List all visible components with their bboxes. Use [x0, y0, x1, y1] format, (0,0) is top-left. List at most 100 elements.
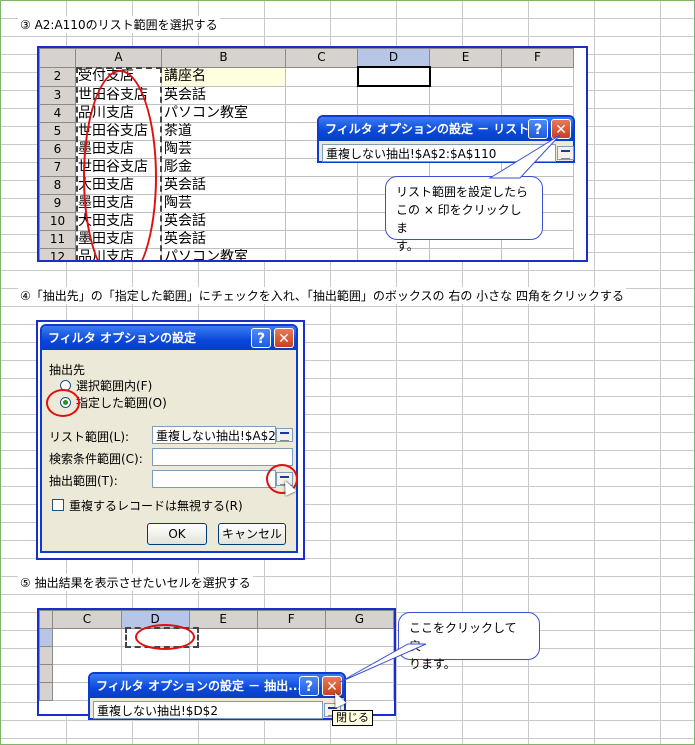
- col-header[interactable]: E: [188, 610, 258, 629]
- col-header[interactable]: F: [501, 48, 574, 68]
- cell[interactable]: [188, 628, 258, 647]
- callout-step3: リスト範囲を設定したら この × 印をクリックしま す。: [385, 176, 543, 253]
- cell-b[interactable]: パソコン教室: [161, 104, 286, 123]
- radio-copy-to[interactable]: [60, 397, 71, 408]
- cell-a[interactable]: 世田谷支店: [75, 122, 162, 141]
- radio-copy-to-label[interactable]: 指定した範囲(O): [76, 394, 167, 411]
- cell[interactable]: [285, 230, 358, 249]
- cell[interactable]: [188, 646, 258, 665]
- cell-b[interactable]: 講座名: [161, 66, 286, 87]
- unique-records-label[interactable]: 重複するレコードは無視する(R): [69, 497, 243, 514]
- dialog-titlebar: フィルタ オプションの設定 ? ✕: [42, 326, 296, 350]
- cell[interactable]: [52, 646, 122, 665]
- col-header[interactable]: D: [357, 48, 430, 68]
- col-header[interactable]: C: [52, 610, 122, 629]
- col-header[interactable]: E: [429, 48, 502, 68]
- cell[interactable]: [52, 628, 122, 647]
- row-header[interactable]: 2: [39, 66, 76, 87]
- cell-a[interactable]: 大田支店: [75, 176, 162, 195]
- cell[interactable]: [285, 212, 358, 231]
- extract-range-input[interactable]: [152, 470, 276, 488]
- cell-a[interactable]: 世田谷支店: [75, 158, 162, 177]
- cell[interactable]: [285, 248, 358, 260]
- row-header[interactable]: 3: [39, 85, 76, 105]
- cell-b[interactable]: 英会話: [161, 230, 286, 249]
- ok-button[interactable]: OK: [147, 523, 207, 545]
- cell-a[interactable]: 墨田支店: [75, 230, 162, 249]
- filter-dialog-collapsed: フィルタ オプションの設定 － 抽出... ? ✕ 重複しない抽出!$D$2: [88, 672, 346, 720]
- row-header[interactable]: 5: [39, 122, 76, 141]
- row-header[interactable]: 6: [39, 140, 76, 159]
- cell[interactable]: [429, 85, 502, 105]
- row-header[interactable]: 9: [39, 194, 76, 213]
- col-header[interactable]: G: [324, 610, 394, 629]
- column-header-row: A B C D E F: [39, 48, 574, 68]
- cell-b[interactable]: 茶道: [161, 122, 286, 141]
- step4-heading: ④「抽出先」の「指定した範囲」にチェックを入れ、「抽出範囲」のボックスの 右の …: [18, 287, 626, 304]
- corner-cell[interactable]: [39, 610, 54, 629]
- callout-pointer: [488, 134, 561, 179]
- row-header[interactable]: [39, 682, 54, 701]
- cancel-button[interactable]: キャンセル: [218, 523, 286, 545]
- cell-b[interactable]: パソコン教室: [161, 248, 286, 260]
- cell[interactable]: [285, 176, 358, 195]
- corner-cell[interactable]: [39, 48, 76, 68]
- cell[interactable]: [501, 66, 574, 87]
- step3-heading: ③ A2:A110のリスト範囲を選択する: [18, 16, 220, 33]
- cell[interactable]: [256, 628, 326, 647]
- col-header[interactable]: C: [285, 48, 358, 68]
- cell[interactable]: [357, 85, 430, 105]
- cell-a[interactable]: 墨田支店: [75, 194, 162, 213]
- row-header[interactable]: 4: [39, 104, 76, 123]
- col-header[interactable]: F: [256, 610, 326, 629]
- row-header[interactable]: 12: [39, 248, 76, 260]
- col-header[interactable]: B: [161, 48, 286, 68]
- col-header[interactable]: A: [75, 48, 162, 68]
- dialog-title: フィルタ オプションの設定 － 抽出...: [96, 679, 302, 693]
- col-header[interactable]: D: [120, 610, 190, 629]
- help-icon[interactable]: ?: [251, 328, 271, 348]
- list-range-input[interactable]: 重複しない抽出!$A$2:$: [152, 426, 276, 444]
- range-picker-icon[interactable]: [276, 428, 293, 442]
- close-icon[interactable]: ✕: [274, 328, 294, 348]
- cell-b[interactable]: 英会話: [161, 176, 286, 195]
- cell[interactable]: [285, 85, 358, 105]
- row-header[interactable]: [39, 646, 54, 665]
- row-header[interactable]: [39, 628, 54, 647]
- radio-in-place[interactable]: [60, 380, 71, 391]
- cell-a[interactable]: 墨田支店: [75, 140, 162, 159]
- cell-b[interactable]: 陶芸: [161, 140, 286, 159]
- cell-d2[interactable]: [120, 628, 190, 647]
- cell-a[interactable]: 受付支店: [75, 66, 162, 87]
- cursor-icon: [279, 478, 297, 496]
- cell[interactable]: [256, 646, 326, 665]
- cell-d2[interactable]: [356, 66, 431, 87]
- cell[interactable]: [285, 194, 358, 213]
- cell-b[interactable]: 英会話: [161, 212, 286, 231]
- cell[interactable]: [501, 85, 574, 105]
- cell-a[interactable]: 世田谷支店: [75, 85, 162, 105]
- criteria-range-input[interactable]: [152, 448, 293, 466]
- radio-in-place-label[interactable]: 選択範囲内(F): [76, 377, 152, 394]
- cell-b[interactable]: 彫金: [161, 158, 286, 177]
- cell[interactable]: [285, 66, 358, 87]
- column-header-row: C D E F G: [39, 610, 394, 629]
- row-header[interactable]: 11: [39, 230, 76, 249]
- row-header[interactable]: 7: [39, 158, 76, 177]
- cell[interactable]: [120, 646, 190, 665]
- close-tooltip: 閉じる: [332, 710, 373, 726]
- help-icon[interactable]: ?: [299, 676, 319, 696]
- cell-b[interactable]: 陶芸: [161, 194, 286, 213]
- cell-a[interactable]: 品川支店: [75, 104, 162, 123]
- row-header[interactable]: [39, 664, 54, 683]
- cell-a[interactable]: 品川支店: [75, 248, 162, 260]
- cell[interactable]: [429, 66, 502, 87]
- sheet-row: 3 世田谷支店 英会話: [39, 85, 574, 105]
- extract-range-field[interactable]: 重複しない抽出!$D$2: [93, 701, 323, 719]
- unique-records-checkbox[interactable]: [52, 499, 64, 511]
- cell-b[interactable]: 英会話: [161, 85, 286, 105]
- row-header[interactable]: 10: [39, 212, 76, 231]
- cell-a[interactable]: 大田支店: [75, 212, 162, 231]
- row-header[interactable]: 8: [39, 176, 76, 195]
- sheet-row: 2 受付支店 講座名: [39, 66, 574, 87]
